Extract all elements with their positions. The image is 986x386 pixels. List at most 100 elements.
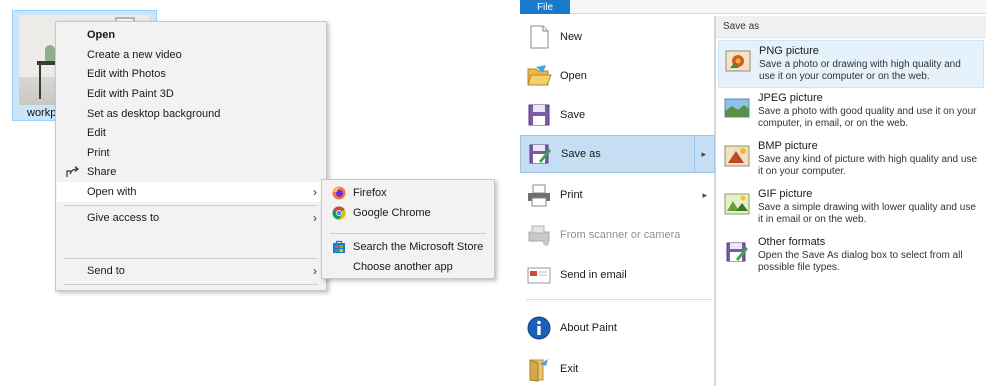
format-title: JPEG picture — [758, 92, 823, 104]
context-menu: Open Create a new video Edit with Photos… — [55, 21, 327, 291]
menu-item-create-video[interactable]: Create a new video — [57, 45, 325, 65]
submenu-item-label: Search the Microsoft Store — [353, 241, 484, 253]
share-icon — [65, 164, 81, 180]
chevron-right-icon: › — [313, 185, 317, 199]
menu-item-send-to[interactable]: Send to › — [57, 261, 325, 281]
submenu-item-firefox[interactable]: Firefox — [323, 183, 493, 203]
store-icon — [332, 240, 346, 254]
format-title: PNG picture — [759, 45, 819, 57]
paint-menu-label: From scanner or camera — [560, 229, 681, 241]
email-icon — [526, 262, 552, 288]
file-tab[interactable]: File — [520, 0, 570, 14]
menu-item-print[interactable]: Print — [57, 143, 325, 163]
menu-item-label: Set as desktop background — [87, 108, 221, 120]
save-disk-icon — [526, 102, 552, 128]
format-jpeg[interactable]: JPEG picture Save a photo with good qual… — [718, 88, 984, 136]
format-bmp[interactable]: BMP picture Save any kind of picture wit… — [718, 136, 984, 184]
menu-item-label: Edit with Paint 3D — [87, 88, 174, 100]
paint-menu-label: Save as — [561, 148, 601, 160]
paint-menu-exit[interactable]: Exit — [520, 350, 715, 386]
menu-item-share[interactable]: Share — [57, 162, 325, 182]
paint-menu-label: About Paint — [560, 322, 617, 334]
menu-item-label: Edit — [87, 127, 106, 139]
menu-item-open[interactable]: Open — [57, 25, 325, 45]
menu-item-label: Open — [87, 29, 116, 41]
submenu-item-choose-app[interactable]: Choose another app — [323, 257, 493, 277]
open-with-submenu: Firefox Google Chrome Search the Microso… — [321, 179, 495, 279]
save-as-header: Save as — [716, 16, 986, 38]
menu-divider — [330, 233, 486, 234]
menu-item-edit-photos[interactable]: Edit with Photos — [57, 64, 325, 84]
paint-menu-from-scanner[interactable]: From scanner or camera — [520, 216, 715, 254]
firefox-icon — [332, 186, 346, 200]
file-name: workp — [27, 107, 57, 119]
printer-icon — [526, 182, 552, 208]
bmp-picture-icon — [724, 143, 750, 169]
scanner-icon — [526, 222, 552, 248]
menu-item-edit[interactable]: Edit — [57, 123, 325, 143]
gif-picture-icon — [724, 191, 750, 217]
submenu-item-label: Choose another app — [353, 261, 453, 273]
format-description: Save any kind of picture with high quali… — [758, 154, 978, 177]
paint-menu-send-email[interactable]: Send in email — [520, 256, 715, 294]
jpeg-picture-icon — [724, 95, 750, 121]
menu-item-label: Print — [87, 147, 110, 159]
menu-item-label: Create a new video — [87, 49, 182, 61]
submenu-item-chrome[interactable]: Google Chrome — [323, 203, 493, 223]
paint-menu-save-as[interactable]: Save as ▸ — [520, 135, 715, 173]
format-description: Save a simple drawing with lower quality… — [758, 202, 976, 225]
format-description: Save a photo with good quality and use i… — [758, 106, 977, 129]
format-title: BMP picture — [758, 140, 818, 152]
save-as-panel: Save as PNG picture Save a photo or draw… — [715, 16, 986, 386]
format-other[interactable]: Other formats Open the Save As dialog bo… — [718, 232, 984, 280]
format-title: GIF picture — [758, 188, 813, 200]
triangle-right-icon: ▸ — [702, 189, 707, 200]
chevron-right-icon: › — [313, 211, 317, 225]
paint-menu-list: New Open Save Save as ▸ Print ▸ From sca… — [520, 16, 715, 386]
paint-menu-print[interactable]: Print ▸ — [520, 176, 715, 214]
menu-item-label: Send to — [87, 265, 125, 277]
submenu-item-label: Firefox — [353, 187, 387, 199]
paint-menu-new[interactable]: New — [520, 18, 715, 56]
png-picture-icon — [725, 48, 751, 74]
menu-item-label: Share — [87, 166, 117, 178]
save-as-icon — [527, 141, 553, 167]
menu-item-edit-paint3d[interactable]: Edit with Paint 3D — [57, 84, 325, 104]
paint-menu-label: Exit — [560, 363, 579, 375]
format-title: Other formats — [758, 236, 826, 248]
paint-menu-open[interactable]: Open — [520, 57, 715, 95]
paint-menu-label: Print — [560, 189, 583, 201]
menu-divider — [64, 205, 318, 206]
menu-item-label: Edit with Photos — [87, 68, 166, 80]
format-png[interactable]: PNG picture Save a photo or drawing with… — [718, 40, 984, 88]
chevron-right-icon: › — [313, 264, 317, 278]
ribbon-edge — [570, 0, 986, 14]
paint-menu-save[interactable]: Save — [520, 96, 715, 134]
paint-file-menu: File New Open Save Save as ▸ Print ▸ Fro… — [518, 0, 986, 386]
format-gif[interactable]: GIF picture Save a simple drawing with l… — [718, 184, 984, 232]
info-icon — [526, 315, 552, 341]
menu-divider — [526, 299, 712, 300]
submenu-item-label: Google Chrome — [353, 207, 431, 219]
menu-divider — [64, 284, 318, 285]
paint-menu-label: Send in email — [560, 269, 627, 281]
open-folder-icon — [526, 63, 552, 89]
other-formats-icon — [724, 239, 750, 265]
chrome-icon — [332, 206, 346, 220]
menu-divider — [64, 258, 318, 259]
paint-menu-label: Save — [560, 109, 586, 121]
exit-icon — [526, 356, 552, 382]
paint-menu-label: New — [560, 31, 583, 43]
menu-item-label: Open with — [87, 186, 137, 198]
submenu-expander[interactable] — [694, 135, 716, 173]
paint-menu-label: Open — [560, 70, 587, 82]
menu-item-set-desktop-background[interactable]: Set as desktop background — [57, 104, 325, 124]
submenu-item-microsoft-store[interactable]: Search the Microsoft Store — [323, 237, 493, 257]
menu-item-open-with[interactable]: Open with › — [57, 182, 325, 202]
menu-item-label: Give access to — [87, 212, 160, 224]
paint-menu-about[interactable]: About Paint — [520, 309, 715, 347]
menu-item-give-access[interactable]: Give access to › — [57, 208, 325, 228]
format-description: Save a photo or drawing with high qualit… — [759, 59, 961, 82]
new-document-icon — [526, 24, 552, 50]
format-description: Open the Save As dialog box to select fr… — [758, 250, 963, 273]
